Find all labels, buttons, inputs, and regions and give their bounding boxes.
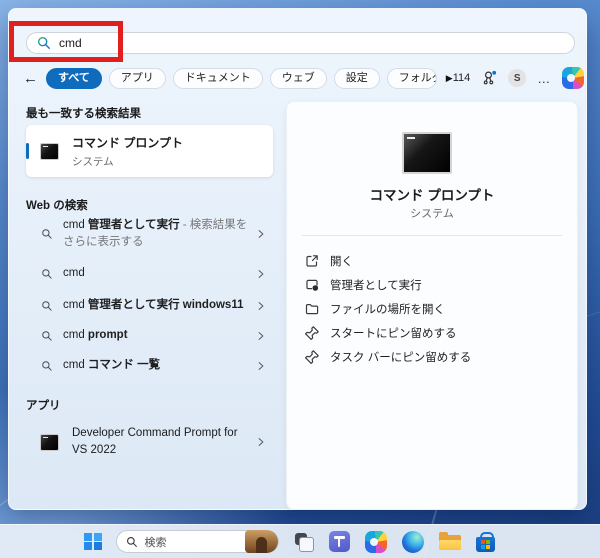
windows-logo-icon <box>93 532 102 541</box>
result-detail-pane: コマンド プロンプト システム 開く 管理者として実行 ファイルの場所を開く ス… <box>286 101 578 510</box>
cmd-icon <box>40 142 59 160</box>
action-label: ファイルの場所を開く <box>330 304 445 316</box>
chevron-right-icon <box>255 436 267 448</box>
rewards-icon[interactable] <box>481 70 497 86</box>
web-suggestion-row[interactable]: cmd <box>26 261 273 287</box>
action-open[interactable]: 開く <box>287 249 577 273</box>
detail-title: コマンド プロンプト <box>369 188 495 203</box>
filter-pills: すべて アプリ ドキュメント ウェブ 設定 フォルダー <box>46 67 437 89</box>
best-match-subtitle: システム <box>72 155 114 168</box>
microsoft-store-icon[interactable] <box>475 531 495 552</box>
search-input[interactable] <box>59 36 564 50</box>
chevron-right-icon <box>255 360 267 372</box>
search-icon <box>41 300 53 312</box>
action-pin-to-taskbar[interactable]: タスク バーにピン留めする <box>287 345 577 369</box>
app-result-row[interactable]: Developer Command Prompt for VS 2022 <box>26 419 273 465</box>
tabs-right-cluster: 114 S … <box>453 67 585 89</box>
suggestion-prefix: cmd <box>63 218 88 231</box>
file-explorer-icon[interactable] <box>438 532 461 551</box>
user-avatar[interactable]: S <box>508 69 527 87</box>
suggestion-bold: prompt <box>87 329 128 342</box>
app-result-title: Developer Command Prompt for VS 2022 <box>72 427 238 456</box>
filter-tabs-row: ← すべて アプリ ドキュメント ウェブ 設定 フォルダー ▶ 114 S … <box>23 66 585 90</box>
web-suggestion-row[interactable]: cmd 管理者として実行 windows11 <box>26 293 273 319</box>
action-list: 開く 管理者として実行 ファイルの場所を開く スタートにピン留めする タスク バ… <box>287 249 577 369</box>
best-match-item[interactable]: コマンド プロンプト システム <box>26 125 273 177</box>
tab-folders[interactable]: フォルダー <box>386 67 437 89</box>
windows-logo-icon <box>93 542 102 551</box>
open-icon <box>304 253 320 269</box>
chevron-right-icon <box>255 268 267 280</box>
run-as-admin-icon <box>304 277 320 293</box>
apps-header: アプリ <box>26 400 61 412</box>
detail-subtitle: システム <box>410 208 454 220</box>
tab-settings[interactable]: 設定 <box>333 67 380 89</box>
search-icon <box>41 228 53 240</box>
suggestion-prefix: cmd <box>63 359 88 372</box>
more-options-icon[interactable]: … <box>537 71 551 86</box>
search-icon <box>37 36 50 49</box>
chevron-right-icon <box>255 300 267 312</box>
best-match-title: コマンド プロンプト <box>72 135 183 150</box>
folder-icon <box>304 301 320 317</box>
search-icon <box>41 268 53 280</box>
suggestion-bold: 管理者として実行 <box>87 218 180 231</box>
web-suggestion-row[interactable]: cmd 管理者として実行 - 検索結果をさらに表示する <box>26 211 273 257</box>
copilot-icon[interactable] <box>364 530 387 553</box>
taskbar-search-box[interactable]: 検索 <box>115 530 279 553</box>
action-label: スタートにピン留めする <box>330 328 457 340</box>
search-icon <box>41 330 53 342</box>
action-open-file-location[interactable]: ファイルの場所を開く <box>287 297 577 321</box>
tab-documents[interactable]: ドキュメント <box>172 67 263 89</box>
dev-cmd-icon <box>40 433 59 451</box>
suggestion-text: cmd 管理者として実行 windows11 <box>63 297 255 314</box>
action-run-as-admin[interactable]: 管理者として実行 <box>287 273 577 297</box>
windows-logo-icon <box>84 532 92 541</box>
suggestion-prefix: cmd <box>63 329 88 342</box>
search-highlight-image[interactable] <box>244 530 278 553</box>
best-match-text: コマンド プロンプト システム <box>72 134 183 169</box>
suggestion-prefix: cmd <box>63 267 85 280</box>
cmd-icon-large <box>402 132 452 174</box>
pin-icon <box>304 325 320 341</box>
search-icon <box>41 360 53 372</box>
suggestion-text: cmd prompt <box>63 327 255 344</box>
pin-icon <box>304 349 320 365</box>
taskbar: 検索 <box>0 524 600 558</box>
action-pin-to-start[interactable]: スタートにピン留めする <box>287 321 577 345</box>
start-button[interactable] <box>84 532 102 551</box>
suggestion-text: cmd <box>63 265 255 282</box>
taskbar-icons <box>294 530 495 553</box>
best-match-header: 最も一致する検索結果 <box>26 108 141 120</box>
action-label: 開く <box>330 256 353 268</box>
selection-accent-bar <box>26 143 29 159</box>
copilot-icon[interactable] <box>562 67 585 89</box>
chevron-right-icon <box>255 330 267 342</box>
suggestion-prefix: cmd <box>63 299 88 312</box>
search-bar[interactable] <box>26 32 575 54</box>
taskbar-search-placeholder: 検索 <box>144 536 167 549</box>
edge-icon[interactable] <box>401 530 424 553</box>
tabs-overflow-icon[interactable]: ▶ <box>446 73 453 84</box>
teams-icon[interactable] <box>328 531 350 552</box>
suggestion-bold: 管理者として実行 windows11 <box>87 299 244 312</box>
suggestion-bold: コマンド 一覧 <box>87 359 161 372</box>
rewards-count: 114 <box>452 72 471 84</box>
suggestion-text: cmd コマンド 一覧 <box>63 357 255 374</box>
tab-web[interactable]: ウェブ <box>269 67 327 89</box>
action-label: タスク バーにピン留めする <box>330 352 472 364</box>
divider <box>302 235 562 236</box>
web-suggestion-row[interactable]: cmd コマンド 一覧 <box>26 353 273 379</box>
chevron-right-icon <box>255 228 267 240</box>
suggestion-text: cmd 管理者として実行 - 検索結果をさらに表示する <box>63 217 255 252</box>
windows-logo-icon <box>84 542 92 551</box>
web-suggestion-row[interactable]: cmd prompt <box>26 323 273 349</box>
task-view-icon[interactable] <box>294 532 314 552</box>
search-icon <box>126 536 137 547</box>
back-arrow-icon[interactable]: ← <box>23 70 38 87</box>
action-label: 管理者として実行 <box>330 280 422 292</box>
search-flyout-panel: ← すべて アプリ ドキュメント ウェブ 設定 フォルダー ▶ 114 S … … <box>8 8 587 510</box>
tab-apps[interactable]: アプリ <box>108 67 166 89</box>
tab-all[interactable]: すべて <box>46 67 102 89</box>
